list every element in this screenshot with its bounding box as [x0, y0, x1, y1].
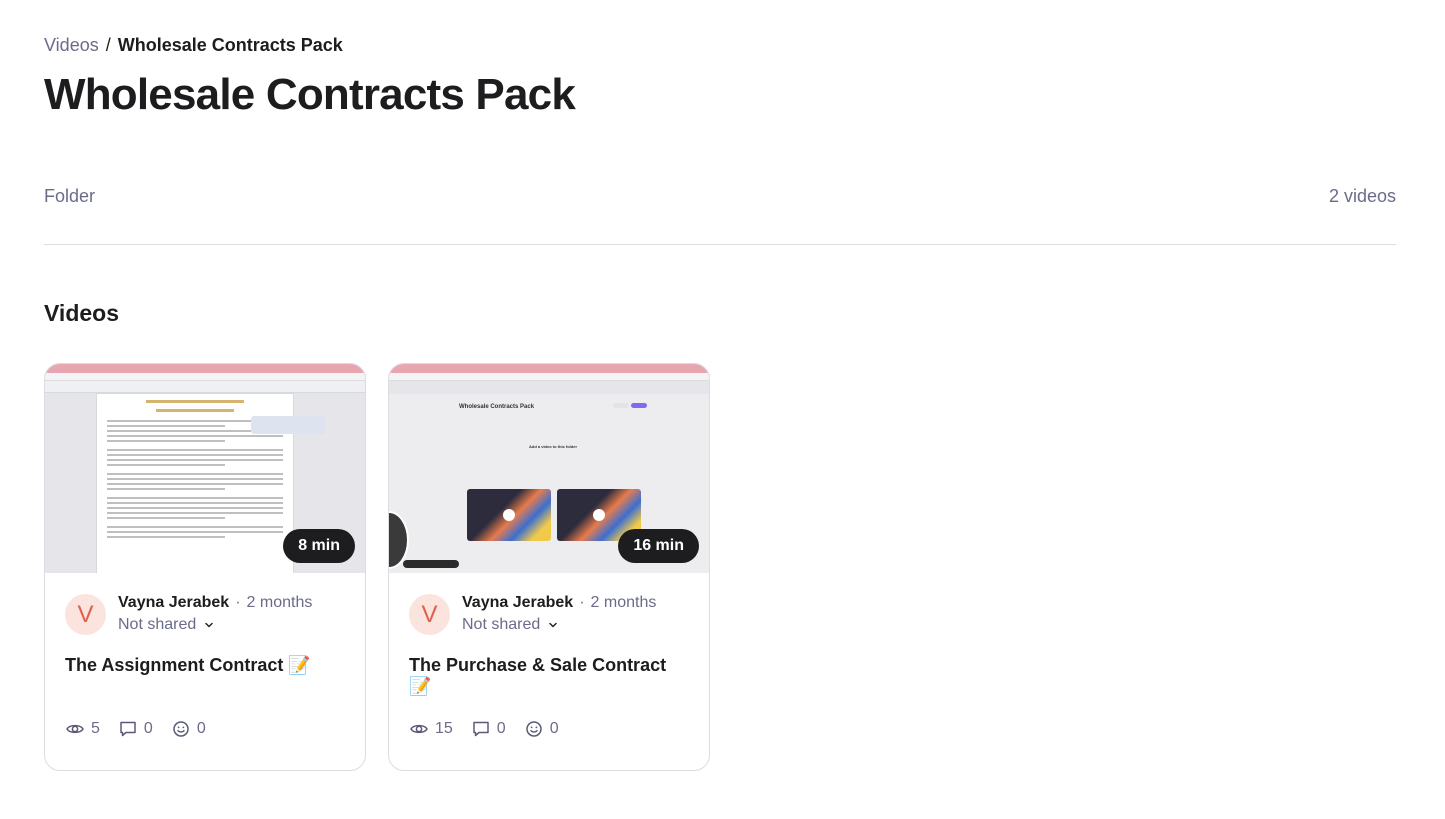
avatar[interactable]: V — [65, 594, 106, 635]
video-stats: 5 0 0 — [65, 719, 206, 739]
video-count-label: 2 videos — [1328, 186, 1396, 206]
thumbnail-folder-title: Wholesale Contracts Pack — [459, 404, 535, 410]
section-title-videos: Videos — [44, 300, 119, 326]
comment-icon — [473, 721, 489, 737]
thumbnail-browser-tabs — [389, 364, 709, 373]
video-thumbnail[interactable]: 8 min — [45, 364, 365, 573]
breadcrumb-current: Wholesale Contracts Pack — [117, 35, 343, 55]
reactions-count: 0 — [549, 720, 559, 737]
views-count: 15 — [435, 720, 453, 737]
comments-count: 0 — [143, 720, 153, 737]
folder-page: Videos / Wholesale Contracts Pack Wholes… — [0, 0, 1445, 819]
page-title: Wholesale Contracts Pack — [44, 70, 576, 119]
author-meta: Vayna Jerabek · 2 months Not shared — [462, 594, 656, 635]
reactions-stat[interactable]: 0 — [524, 719, 559, 739]
duration-badge: 8 min — [283, 529, 355, 563]
thumbnail-address-bar — [45, 373, 365, 381]
thumbnail-add-prompt: Add a video to this folder — [529, 444, 578, 449]
chevron-down-icon — [549, 622, 557, 628]
sharing-dropdown[interactable]: Not shared — [118, 616, 312, 634]
sharing-dropdown[interactable]: Not shared — [462, 616, 656, 634]
chevron-down-icon — [205, 622, 213, 628]
folder-type-label: Folder — [44, 186, 96, 206]
author-line: Vayna Jerabek · 2 months — [462, 594, 656, 612]
video-title[interactable]: The Purchase & Sale Contract 📝 — [409, 655, 689, 697]
reactions-count: 0 — [196, 720, 206, 737]
duration-badge: 16 min — [618, 529, 699, 563]
meta-dot: · — [579, 594, 585, 611]
video-card-grid: 8 min V Vayna Jerabek · 2 months Not sha… — [44, 363, 710, 771]
video-title[interactable]: The Assignment Contract 📝 — [65, 655, 345, 676]
thumbnail-browser-tabs — [45, 364, 365, 373]
breadcrumb: Videos / Wholesale Contracts Pack — [44, 35, 343, 56]
author-name[interactable]: Vayna Jerabek — [462, 594, 573, 612]
author-name[interactable]: Vayna Jerabek — [118, 594, 229, 612]
thumbnail-mini-card — [467, 489, 551, 541]
breadcrumb-separator: / — [105, 35, 111, 55]
breadcrumb-videos-link[interactable]: Videos — [44, 35, 99, 56]
eye-icon — [410, 724, 428, 734]
video-card-body: V Vayna Jerabek · 2 months Not shared Th… — [45, 573, 365, 676]
thumbnail-recording-controls — [403, 560, 459, 568]
author-row: V Vayna Jerabek · 2 months Not shared — [409, 594, 689, 635]
comment-icon — [120, 721, 136, 737]
author-line: Vayna Jerabek · 2 months — [118, 594, 312, 612]
author-row: V Vayna Jerabek · 2 months Not shared — [65, 594, 345, 635]
thumbnail-address-bar — [389, 373, 709, 381]
video-card[interactable]: 8 min V Vayna Jerabek · 2 months Not sha… — [44, 363, 366, 771]
time-ago: 2 months — [590, 594, 657, 611]
eye-icon — [66, 724, 84, 734]
views-stat[interactable]: 15 — [409, 719, 453, 739]
smiley-icon — [525, 721, 542, 737]
views-stat[interactable]: 5 — [65, 719, 100, 739]
meta-dot: · — [235, 594, 241, 611]
video-thumbnail[interactable]: Wholesale Contracts Pack Add a video to … — [389, 364, 709, 573]
video-card[interactable]: Wholesale Contracts Pack Add a video to … — [388, 363, 710, 771]
folder-meta-row: Folder 2 videos — [44, 186, 1396, 207]
comments-stat[interactable]: 0 — [471, 719, 506, 739]
sharing-status: Not shared — [462, 616, 541, 633]
thumbnail-button — [613, 403, 629, 408]
comments-stat[interactable]: 0 — [118, 719, 153, 739]
avatar[interactable]: V — [409, 594, 450, 635]
video-stats: 15 0 0 — [409, 719, 559, 739]
reactions-stat[interactable]: 0 — [171, 719, 206, 739]
comments-count: 0 — [496, 720, 506, 737]
divider — [44, 244, 1396, 245]
author-meta: Vayna Jerabek · 2 months Not shared — [118, 594, 312, 635]
thumbnail-button — [631, 403, 647, 408]
time-ago: 2 months — [246, 594, 313, 611]
video-card-body: V Vayna Jerabek · 2 months Not shared Th… — [389, 573, 709, 697]
sharing-status: Not shared — [118, 616, 197, 633]
smiley-icon — [173, 721, 189, 737]
thumbnail-comment-box — [251, 416, 326, 434]
thumbnail-doc-toolbar — [45, 381, 365, 393]
views-count: 5 — [91, 720, 100, 737]
